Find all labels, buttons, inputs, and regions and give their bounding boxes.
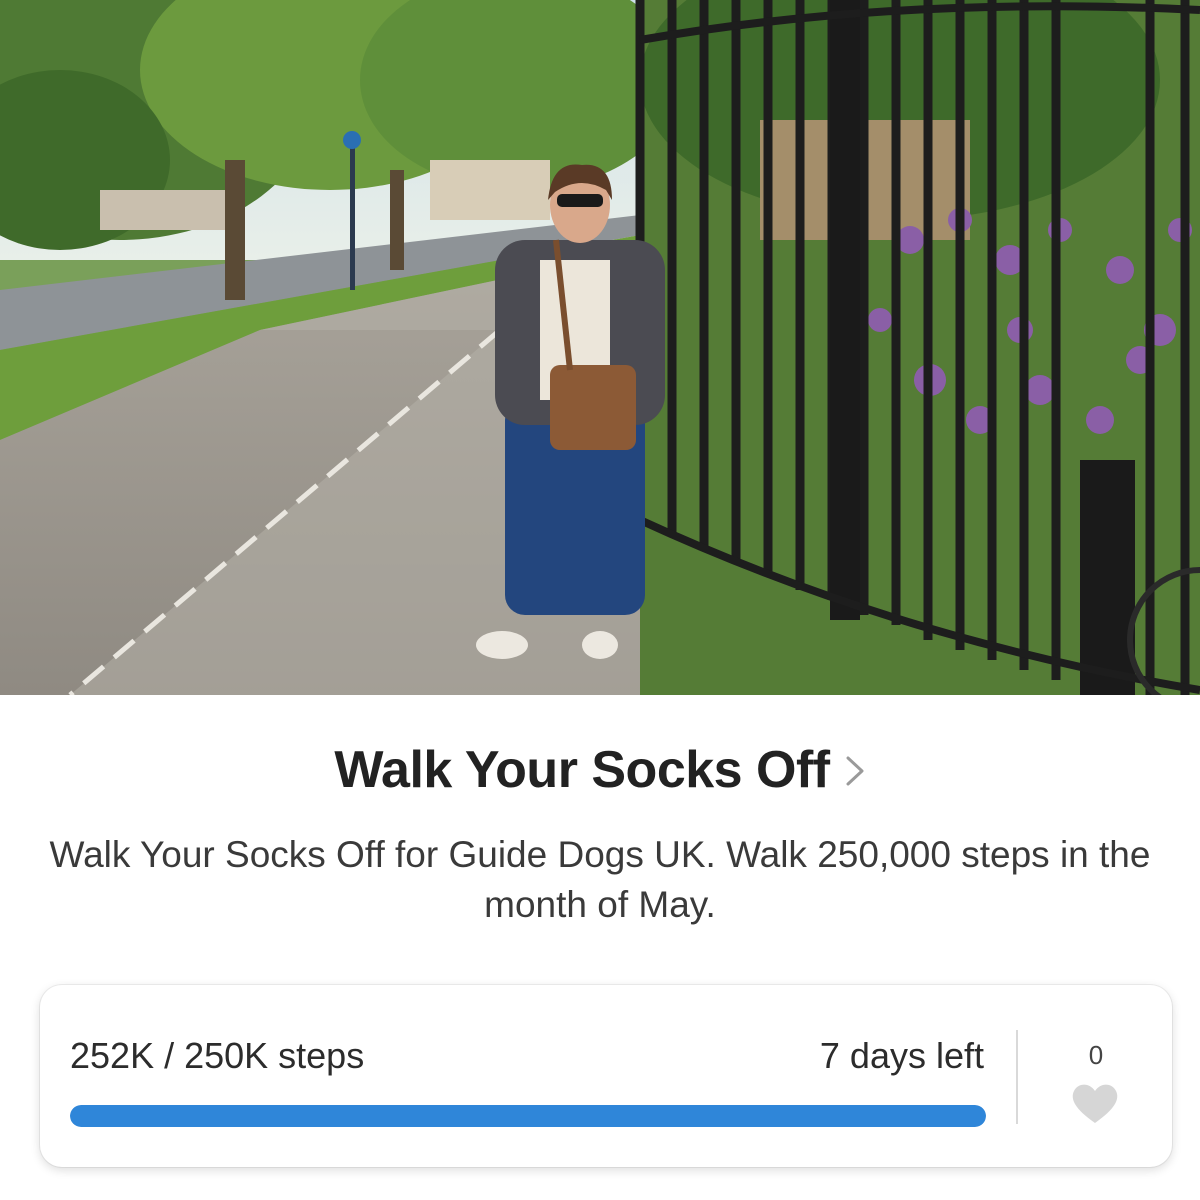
progress-bar — [70, 1105, 986, 1127]
challenge-description: Walk Your Socks Off for Guide Dogs UK. W… — [49, 834, 1151, 925]
challenge-title: Walk Your Socks Off — [334, 741, 830, 799]
chevron-right-icon — [846, 756, 864, 786]
heart-icon[interactable] — [1070, 1081, 1120, 1125]
progress-card[interactable]: 252K / 250K steps 7 days left 0 — [40, 985, 1172, 1167]
progress-bar-fill — [70, 1105, 986, 1127]
hero-photo — [0, 0, 1200, 695]
steps-progress-text: 252K / 250K steps — [70, 1035, 365, 1076]
divider — [1016, 1030, 1018, 1124]
like-count: 0 — [1088, 1040, 1104, 1070]
days-left-text: 7 days left — [819, 1035, 984, 1076]
challenge-title-link[interactable]: Walk Your Socks Off — [0, 730, 1200, 810]
